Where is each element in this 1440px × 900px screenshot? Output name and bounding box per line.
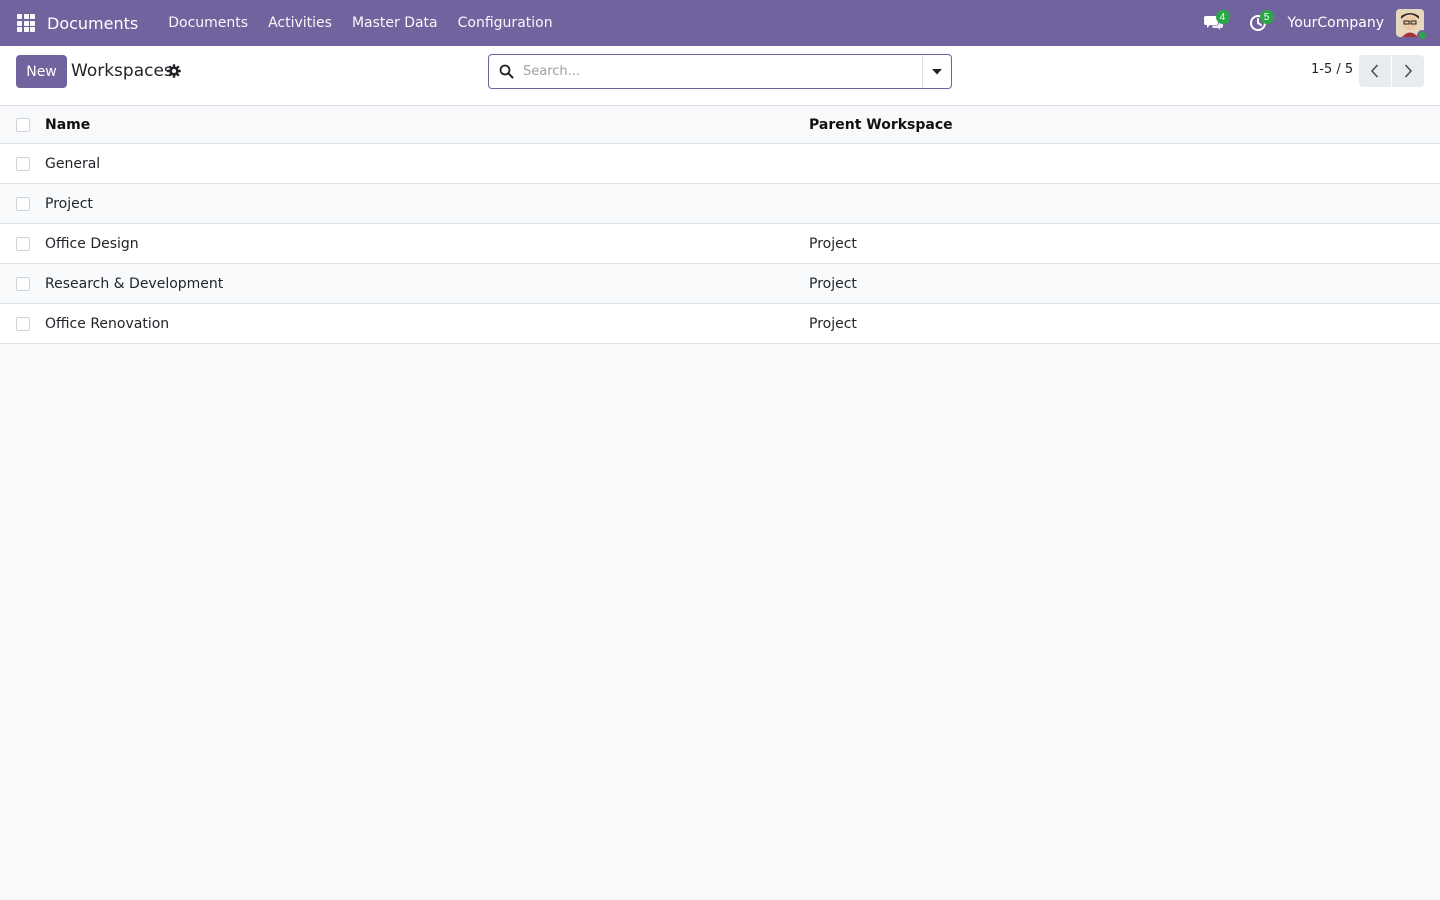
pager-previous-button[interactable] xyxy=(1359,55,1391,87)
column-header-parent-workspace[interactable]: Parent Workspace xyxy=(809,117,953,133)
list-header: Name Parent Workspace xyxy=(0,106,1440,144)
search-input[interactable] xyxy=(523,56,922,87)
menu-item-documents[interactable]: Documents xyxy=(158,0,258,46)
chevron-right-icon xyxy=(1404,64,1413,78)
cell-name: Research & Development xyxy=(45,275,224,292)
cell-name: Office Design xyxy=(45,235,139,252)
cell-name: Project xyxy=(45,195,93,212)
row-checkbox[interactable] xyxy=(16,276,30,291)
row-checkbox[interactable] xyxy=(16,156,30,171)
search-options-toggle[interactable] xyxy=(922,55,951,88)
activities-badge: 5 xyxy=(1259,10,1274,24)
caret-down-icon xyxy=(932,68,942,74)
row-checkbox[interactable] xyxy=(16,196,30,211)
activities-button[interactable]: 5 xyxy=(1236,0,1280,46)
menu-item-master-data[interactable]: Master Data xyxy=(342,0,448,46)
chevron-left-icon xyxy=(1370,64,1379,78)
cell-name: Office Renovation xyxy=(45,315,170,332)
gear-icon[interactable] xyxy=(166,63,182,79)
table-row[interactable]: Office Renovation Project xyxy=(0,304,1440,344)
table-row[interactable]: Office Design Project xyxy=(0,224,1440,264)
avatar[interactable] xyxy=(1396,9,1428,41)
menu-item-configuration[interactable]: Configuration xyxy=(448,0,563,46)
select-all-checkbox[interactable] xyxy=(16,117,30,132)
search-icon xyxy=(489,55,523,88)
cell-parent-workspace: Project xyxy=(809,315,857,332)
table-row[interactable]: Project xyxy=(0,184,1440,224)
app-brand[interactable]: Documents xyxy=(47,14,138,33)
menu-item-activities[interactable]: Activities xyxy=(258,0,342,46)
workspaces-list: Name Parent Workspace General Project Of… xyxy=(0,106,1440,344)
column-header-name[interactable]: Name xyxy=(45,117,90,133)
row-checkbox[interactable] xyxy=(16,236,30,251)
cell-parent-workspace: Project xyxy=(809,275,857,292)
table-row[interactable]: Research & Development Project xyxy=(0,264,1440,304)
company-switcher[interactable]: YourCompany xyxy=(1288,15,1385,31)
messages-badge: 4 xyxy=(1215,10,1230,24)
apps-grid-icon xyxy=(17,14,35,32)
presence-indicator xyxy=(1417,30,1428,41)
search-bar xyxy=(488,54,952,89)
pager-next-button[interactable] xyxy=(1392,55,1424,87)
systray: 4 5 YourCompany xyxy=(1192,0,1440,46)
cell-parent-workspace: Project xyxy=(809,235,857,252)
messages-button[interactable]: 4 xyxy=(1192,0,1236,46)
page-title: Workspaces xyxy=(71,61,173,81)
new-button[interactable]: New xyxy=(16,55,67,88)
pager-value[interactable]: 1-5 / 5 xyxy=(1311,62,1353,77)
top-navbar: Documents Documents Activities Master Da… xyxy=(0,0,1440,46)
control-panel: New Workspaces 1-5 / 5 xyxy=(0,46,1440,106)
cell-name: General xyxy=(45,155,101,172)
row-checkbox[interactable] xyxy=(16,316,30,331)
table-row[interactable]: General xyxy=(0,144,1440,184)
apps-menu-button[interactable] xyxy=(0,0,52,46)
